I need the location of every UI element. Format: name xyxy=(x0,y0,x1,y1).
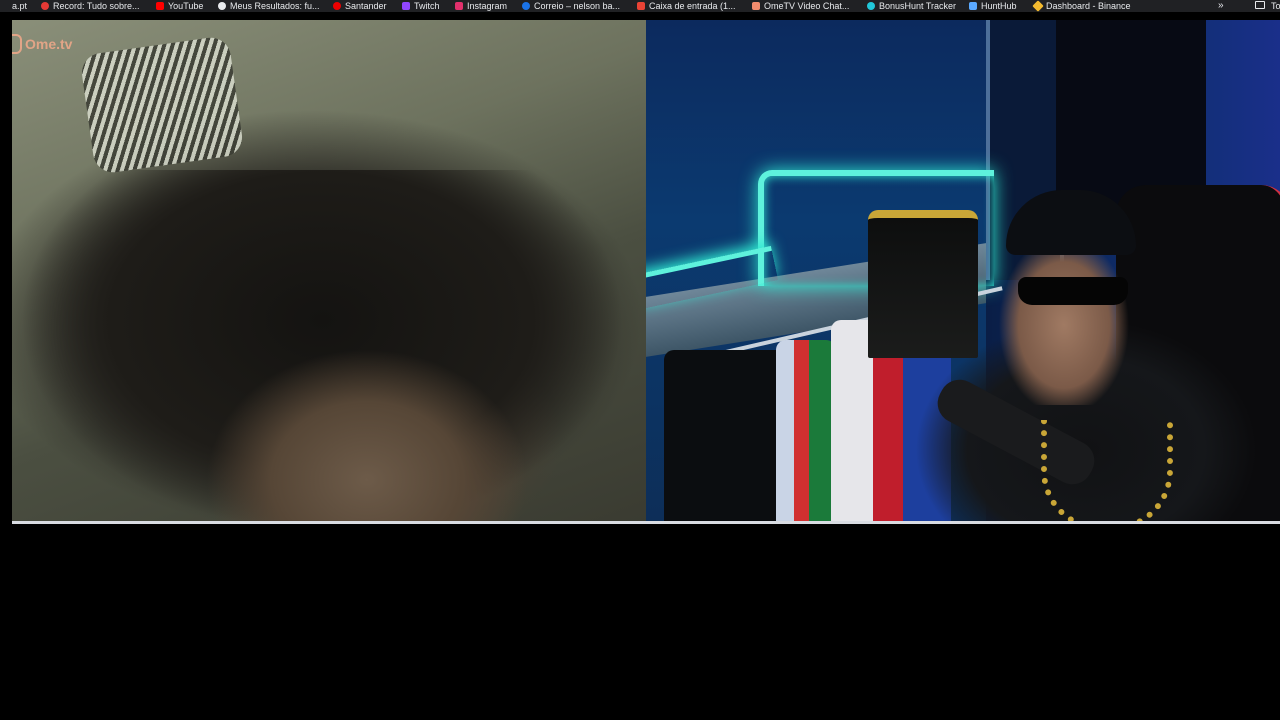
bookmark-label: Caixa de entrada (1... xyxy=(649,1,736,11)
bookmark-santander[interactable]: Santander xyxy=(333,0,387,12)
bookmark-meus-resultados[interactable]: Meus Resultados: fu... xyxy=(218,0,320,12)
gmail-icon xyxy=(637,2,645,10)
bookmark-label: a.pt xyxy=(12,1,28,11)
tiktok-icon xyxy=(218,2,226,10)
bookmark-label: Record: Tudo sobre... xyxy=(53,1,140,11)
sunglasses xyxy=(1018,277,1128,305)
self-video xyxy=(646,20,1280,524)
ometv-logo-icon xyxy=(12,34,22,54)
bookmark-label: OmeTV Video Chat... xyxy=(764,1,850,11)
pillow xyxy=(79,35,245,175)
ometv-icon xyxy=(752,2,760,10)
bookmark-instagram[interactable]: Instagram xyxy=(455,0,507,12)
bookmark-label: YouTube xyxy=(168,1,204,11)
bonushunt-icon xyxy=(867,2,875,10)
record-icon xyxy=(41,2,49,10)
bookmark-record[interactable]: Record: Tudo sobre... xyxy=(41,0,140,12)
bookmark-label: HuntHub xyxy=(981,1,1017,11)
instagram-icon xyxy=(455,2,463,10)
stranger-face xyxy=(197,330,537,524)
twitch-icon xyxy=(402,2,410,10)
stranger-video: Ome.tv xyxy=(12,20,646,524)
gold-chain xyxy=(1041,420,1173,524)
bookmark-label: Dashboard - Binance xyxy=(1046,1,1131,11)
santander-icon xyxy=(333,2,341,10)
folder-icon[interactable] xyxy=(1255,1,1265,9)
bookmark-label: Santander xyxy=(345,1,387,11)
bookmark-hunthub[interactable]: HuntHub xyxy=(969,0,1017,12)
bookmark-apt[interactable]: a.pt xyxy=(12,0,27,12)
hunthub-icon xyxy=(969,2,977,10)
bookmark-label: Twitch xyxy=(414,1,440,11)
mail-icon xyxy=(522,2,530,10)
bookmark-label: Meus Resultados: fu... xyxy=(230,1,320,11)
bookmark-youtube[interactable]: YouTube xyxy=(156,0,203,12)
bookmarks-bar: a.pt Record: Tudo sobre... YouTube Meus … xyxy=(0,0,1280,12)
bookmark-label: BonusHunt Tracker xyxy=(879,1,957,11)
chevron-double-right-icon[interactable]: » xyxy=(1218,0,1224,11)
bookmark-label: Correio – nelson ba... xyxy=(534,1,621,11)
binance-icon xyxy=(1032,0,1044,12)
bookmark-twitch[interactable]: Twitch xyxy=(402,0,440,12)
bookmark-binance[interactable]: Dashboard - Binance xyxy=(1032,0,1131,12)
bookmark-label: Instagram xyxy=(467,1,508,11)
bookmark-bonushunt[interactable]: BonusHunt Tracker xyxy=(867,0,956,12)
bookmark-correio[interactable]: Correio – nelson ba... xyxy=(522,0,620,12)
bookmark-caixa-de-entrada[interactable]: Caixa de entrada (1... xyxy=(637,0,736,12)
jersey-multicolor xyxy=(776,340,836,524)
video-divider-line xyxy=(12,521,1280,524)
ometv-logo-text: Ome.tv xyxy=(25,36,73,52)
bookmark-ometv[interactable]: OmeTV Video Chat... xyxy=(752,0,849,12)
youtube-icon xyxy=(156,2,164,10)
other-bookmarks-label[interactable]: To xyxy=(1271,0,1280,12)
ometv-logo: Ome.tv xyxy=(12,34,72,54)
